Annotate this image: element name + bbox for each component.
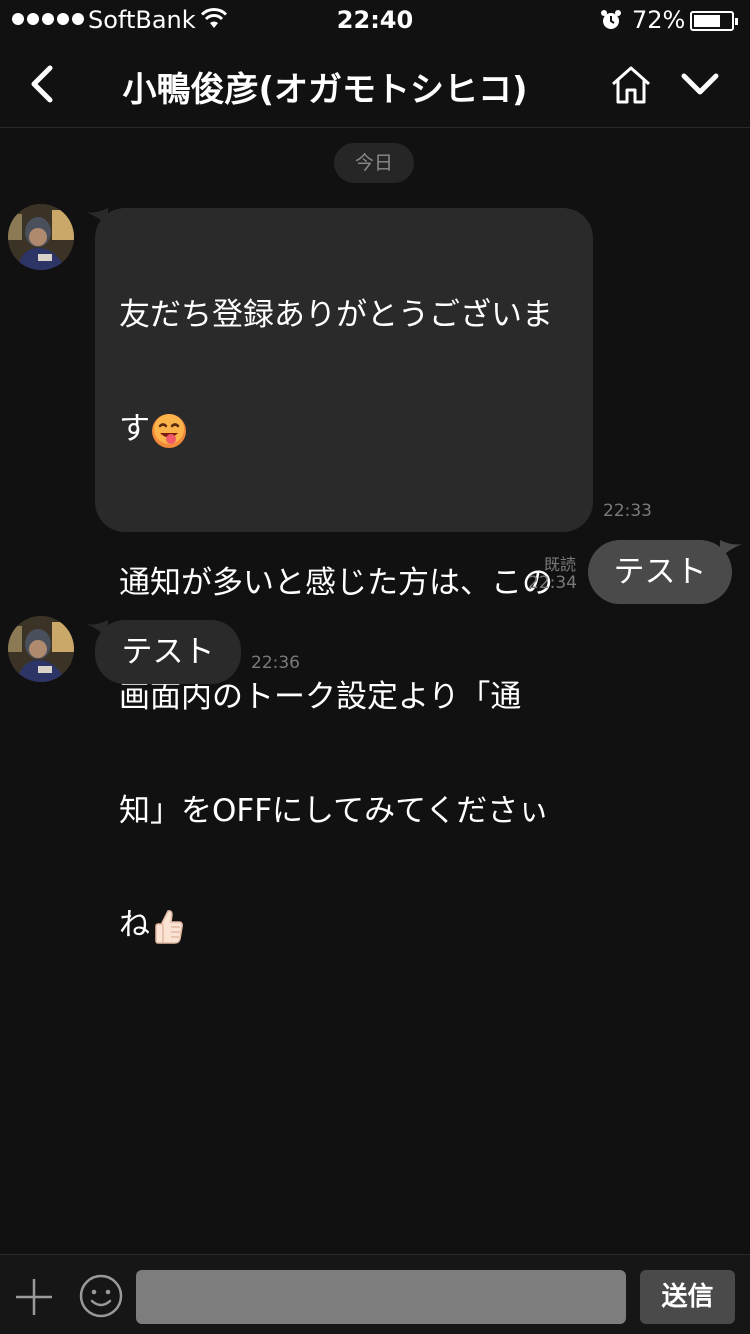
home-icon[interactable] bbox=[608, 62, 654, 108]
tongue-out-face-emoji bbox=[152, 413, 186, 448]
alarm-icon bbox=[601, 10, 621, 29]
message-input[interactable] bbox=[136, 1270, 626, 1324]
chevron-down-icon[interactable] bbox=[678, 64, 722, 104]
message-bubble[interactable]: テスト bbox=[95, 620, 241, 684]
chat-title: 小鴨俊彦(オガモトシヒコ) bbox=[122, 70, 528, 110]
message-line: 知」をOFFにしてみてくださぃ bbox=[119, 792, 550, 829]
input-bar: 送信 bbox=[0, 1254, 750, 1334]
status-bar: SoftBank 22:40 72% bbox=[0, 0, 750, 40]
message-bubble[interactable]: テスト bbox=[588, 540, 732, 604]
message-time: 22:33 bbox=[603, 501, 652, 521]
avatar[interactable] bbox=[8, 204, 74, 270]
message-line: ね bbox=[119, 906, 150, 943]
battery-icon bbox=[690, 11, 738, 31]
message-bubble[interactable]: 友だち登録ありがとうございま す 通知が多いと感じた方は、この 画面内のトーク設… bbox=[95, 208, 593, 944]
plus-icon[interactable] bbox=[14, 1277, 54, 1317]
emoji-icon[interactable] bbox=[78, 1273, 124, 1319]
read-receipt: 既読 bbox=[543, 555, 576, 574]
message-time: 22:34 bbox=[528, 573, 577, 593]
back-icon[interactable] bbox=[22, 60, 66, 108]
battery-percent: 72% bbox=[632, 6, 686, 34]
date-divider: 今日 bbox=[334, 143, 414, 183]
send-button[interactable]: 送信 bbox=[640, 1270, 735, 1324]
chat-header: 小鴨俊彦(オガモトシヒコ) bbox=[0, 40, 750, 128]
bubble-tail bbox=[720, 540, 742, 558]
thumbs-up-emoji bbox=[155, 910, 183, 944]
avatar[interactable] bbox=[8, 616, 74, 682]
message-line: す bbox=[119, 411, 150, 447]
message-line: 通知が多いと感じた方は、この bbox=[119, 564, 553, 601]
message-time: 22:36 bbox=[251, 653, 300, 673]
message-line: 友だち登録ありがとうございま bbox=[119, 297, 553, 333]
